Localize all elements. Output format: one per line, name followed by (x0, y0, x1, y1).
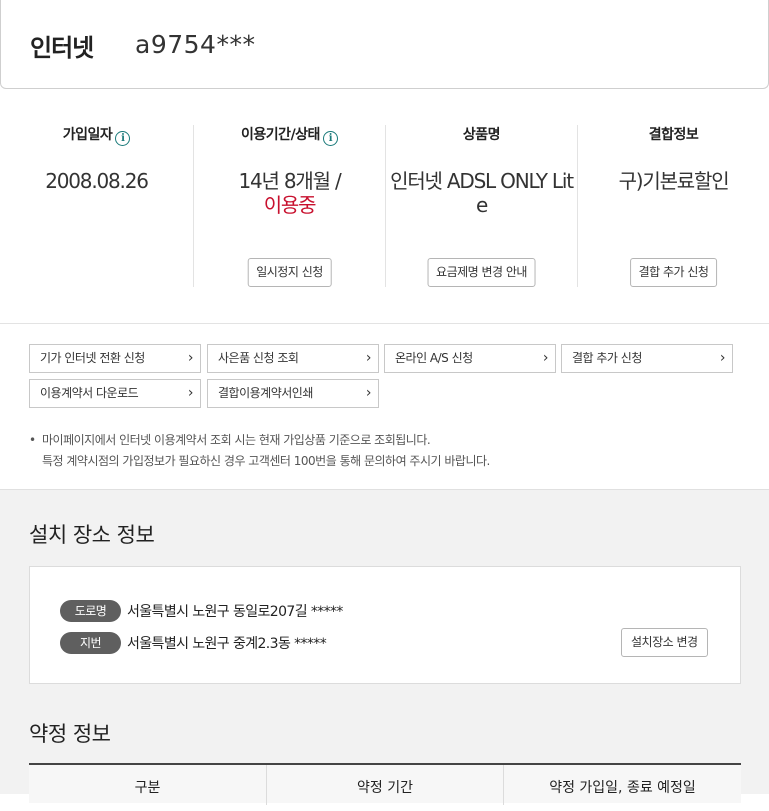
road-address: 서울특별시 노원구 동일로207길 ***** (127, 604, 343, 620)
link-online-as[interactable]: 온라인 A/S 신청 › (384, 344, 556, 373)
bullet: • (29, 433, 36, 447)
lot-address: 서울특별시 노원구 중계2.3동 ***** (127, 636, 327, 652)
plan-change-button[interactable]: 요금제명 변경 안내 (427, 258, 536, 287)
contract-info-title: 약정 정보 (29, 722, 111, 746)
join-date-label-row: 가입일자 i (0, 125, 193, 146)
road-address-tag: 도로명 (60, 600, 121, 622)
link-gift-inquiry[interactable]: 사은품 신청 조회 › (207, 344, 379, 373)
product-value: 인터넷 ADSL ONLY Lite (390, 169, 574, 217)
detail-section: 설치 장소 정보 도로명 서울특별시 노원구 동일로207길 ***** 지번 서울… (0, 489, 769, 805)
chevron-right-icon: › (365, 350, 372, 366)
info-icon[interactable]: i (115, 131, 131, 146)
link-label: 결합 추가 신청 (572, 351, 642, 365)
period-column: 이용기간/상태 i 14년 8개월 / 이용중 일시정지 신청 (193, 125, 385, 287)
column-header-period: 약정 기간 (266, 765, 503, 805)
link-label: 기가 인터넷 전환 신청 (40, 351, 145, 365)
subscription-info: 가입일자 i 2008.08.26 이용기간/상태 i 14년 8개월 / 이용중 … (0, 89, 769, 324)
bundle-value: 구)기본료할인 (618, 169, 730, 193)
notice-line-2: 특정 계약시점의 가입정보가 필요하신 경우 고객센터 100번을 통해 문의하… (42, 454, 490, 468)
period-value: 14년 8개월 / 이용중 (194, 169, 385, 217)
service-name: 인터넷 (30, 34, 94, 62)
info-icon[interactable]: i (322, 131, 338, 146)
link-label: 온라인 A/S 신청 (395, 351, 473, 365)
chevron-right-icon: › (187, 385, 194, 401)
link-bundle-contract-print[interactable]: 결합이용계약서인쇄 › (207, 379, 379, 408)
install-location-change-button[interactable]: 설치장소 변경 (621, 628, 708, 657)
period-label-row: 이용기간/상태 i (194, 125, 385, 146)
link-contract-download[interactable]: 이용계약서 다운로드 › (29, 379, 201, 408)
contract-notice: • 마이페이지에서 인터넷 이용계약서 조회 시는 현재 가입상품 기준으로 조… (29, 430, 729, 472)
contract-table-header: 구분 약정 기간 약정 가입일, 종료 예정일 (29, 763, 741, 805)
bundle-column: 결합정보 구)기본료할인 결합 추가 신청 (577, 125, 769, 287)
link-label: 사은품 신청 조회 (218, 351, 299, 365)
period-label: 이용기간/상태 (241, 127, 320, 143)
chevron-right-icon: › (187, 350, 194, 366)
link-giga-switch[interactable]: 기가 인터넷 전환 신청 › (29, 344, 201, 373)
link-bundle-add[interactable]: 결합 추가 신청 › (561, 344, 733, 373)
lot-address-row: 지번 서울특별시 노원구 중계2.3동 ***** (60, 632, 327, 654)
chevron-right-icon: › (365, 385, 372, 401)
column-header-type: 구분 (134, 780, 161, 796)
link-label: 이용계약서 다운로드 (40, 386, 139, 400)
column-header-dates: 약정 가입일, 종료 예정일 (503, 765, 741, 805)
chevron-right-icon: › (719, 350, 726, 366)
product-label: 상품명 (462, 127, 501, 143)
usage-status: 이용중 (263, 193, 317, 217)
bundle-label: 결합정보 (648, 127, 699, 143)
service-header: 인터넷 a9754*** (0, 0, 769, 89)
join-date-column: 가입일자 i 2008.08.26 (0, 125, 193, 287)
notice-line-1: 마이페이지에서 인터넷 이용계약서 조회 시는 현재 가입상품 기준으로 조회됩… (42, 433, 431, 447)
usage-period: 14년 8개월 / (238, 169, 341, 193)
road-address-row: 도로명 서울특별시 노원구 동일로207길 ***** (60, 600, 343, 622)
suspend-button[interactable]: 일시정지 신청 (247, 258, 332, 287)
install-location-title: 설치 장소 정보 (29, 523, 155, 547)
account-id: a9754*** (135, 30, 256, 59)
bundle-add-button[interactable]: 결합 추가 신청 (629, 258, 718, 287)
lot-address-tag: 지번 (60, 632, 121, 654)
install-address-box: 도로명 서울특별시 노원구 동일로207길 ***** 지번 서울특별시 노원구 중… (29, 566, 741, 684)
join-date-label: 가입일자 (62, 127, 113, 143)
chevron-right-icon: › (542, 350, 549, 366)
product-column: 상품명 인터넷 ADSL ONLY Lite 요금제명 변경 안내 (385, 125, 577, 287)
link-label: 결합이용계약서인쇄 (218, 386, 313, 400)
join-date-value: 2008.08.26 (45, 169, 149, 193)
quick-links: 기가 인터넷 전환 신청 › 사은품 신청 조회 › 온라인 A/S 신청 › 결합 … (29, 344, 735, 408)
